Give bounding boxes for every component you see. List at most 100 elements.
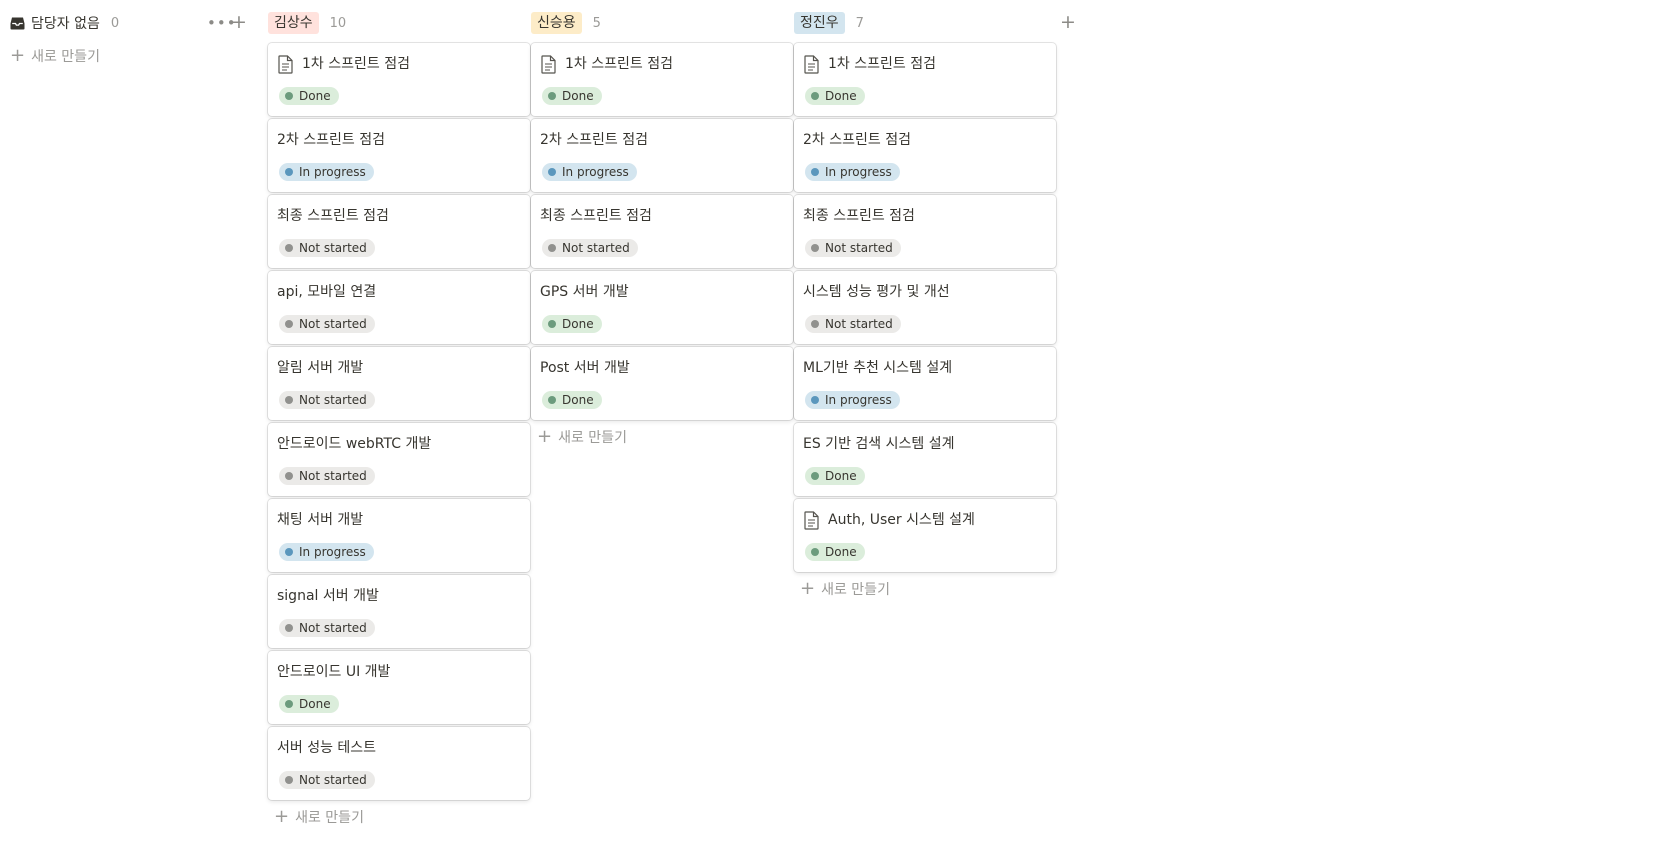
card-title: Post 서버 개발: [540, 358, 630, 378]
card-title-text: 2차 스프린트 점검: [540, 132, 648, 148]
card-title-text: 1차 스프린트 점검: [302, 56, 410, 72]
column-title-no-assignee: 담당자 없음: [31, 16, 100, 32]
status-badge: Done: [805, 467, 865, 485]
status-badge: Not started: [805, 315, 901, 333]
status-dot-icon: [285, 92, 293, 100]
status-dot-icon: [811, 472, 819, 480]
task-card[interactable]: api, 모바일 연결 Not started: [268, 271, 530, 344]
task-card[interactable]: Post 서버 개발 Done: [531, 347, 793, 420]
card-title: 채팅 서버 개발: [277, 510, 363, 530]
card-list: 1차 스프린트 점검 Done 2차 스프린트 점검 In progress 최종 스프…: [794, 43, 1056, 572]
card-title: 2차 스프린트 점검: [803, 130, 911, 150]
group-label[interactable]: 신승용: [531, 12, 582, 34]
status-dot-icon: [285, 624, 293, 632]
status-label: Not started: [299, 773, 367, 787]
card-title-text: 1차 스프린트 점검: [565, 56, 673, 72]
new-card-button[interactable]: + 새로 만들기: [268, 805, 530, 829]
card-title-text: 알림 서버 개발: [277, 360, 364, 376]
card-title-text: 최종 스프린트 점검: [540, 208, 652, 224]
task-card[interactable]: 최종 스프린트 점검 Not started: [794, 195, 1056, 268]
status-dot-icon: [548, 92, 556, 100]
status-label: Not started: [825, 317, 893, 331]
task-card[interactable]: 채팅 서버 개발 In progress: [268, 499, 530, 572]
column-no-assignee: 담당자 없음 0 ••• + + 새로 만들기: [10, 10, 250, 68]
kanban-board: 담당자 없음 0 ••• + + 새로 만들기 김상수 10 1차 스프린트 점검 D…: [0, 0, 1672, 863]
status-badge: Not started: [279, 391, 375, 409]
status-dot-icon: [548, 320, 556, 328]
task-card[interactable]: 2차 스프린트 점검 In progress: [268, 119, 530, 192]
card-title: 안드로이드 webRTC 개발: [277, 434, 431, 454]
new-card-button[interactable]: + 새로 만들기: [794, 577, 1056, 601]
status-dot-icon: [548, 244, 556, 252]
task-card[interactable]: GPS 서버 개발 Done: [531, 271, 793, 344]
inbox-icon: [10, 16, 25, 30]
card-title: ES 기반 검색 시스템 설계: [803, 434, 954, 454]
status-label: Not started: [825, 241, 893, 255]
new-card-label: 새로 만들기: [821, 582, 890, 598]
card-title-text: 시스템 성능 평가 및 개선: [803, 284, 950, 300]
status-label: Not started: [299, 317, 367, 331]
card-title-text: 채팅 서버 개발: [277, 512, 364, 528]
task-card[interactable]: signal 서버 개발 Not started: [268, 575, 530, 648]
card-title-text: Auth, User 시스템 설계: [828, 512, 975, 528]
status-label: Done: [562, 89, 594, 103]
card-title: 2차 스프린트 점검: [277, 130, 385, 150]
task-card[interactable]: Auth, User 시스템 설계 Done: [794, 499, 1056, 572]
status-label: Done: [825, 545, 857, 559]
new-card-button-no-assignee[interactable]: + 새로 만들기: [10, 44, 250, 68]
card-title-text: 2차 스프린트 점검: [803, 132, 911, 148]
group-count: 7: [855, 15, 864, 31]
card-title: 1차 스프린트 점검: [540, 54, 673, 74]
task-card[interactable]: 1차 스프린트 점검 Done: [268, 43, 530, 116]
group-count: 5: [592, 15, 601, 31]
status-label: Not started: [562, 241, 630, 255]
status-badge: In progress: [805, 391, 900, 409]
card-title: ML기반 추천 시스템 설계: [803, 358, 952, 378]
task-card[interactable]: 안드로이드 UI 개발 Done: [268, 651, 530, 724]
card-title-text: signal 서버 개발: [277, 588, 379, 604]
card-title-text: 서버 성능 테스트: [277, 740, 377, 756]
task-card[interactable]: 최종 스프린트 점검 Not started: [268, 195, 530, 268]
task-card[interactable]: 알림 서버 개발 Not started: [268, 347, 530, 420]
card-title-text: 최종 스프린트 점검: [803, 208, 915, 224]
status-badge: Not started: [805, 239, 901, 257]
column-header: 신승용 5: [531, 10, 793, 36]
task-card[interactable]: 안드로이드 webRTC 개발 Not started: [268, 423, 530, 496]
plus-icon: +: [800, 578, 816, 599]
status-dot-icon: [285, 472, 293, 480]
status-dot-icon: [548, 168, 556, 176]
new-card-button[interactable]: + 새로 만들기: [531, 425, 793, 449]
task-card[interactable]: ES 기반 검색 시스템 설계 Done: [794, 423, 1056, 496]
card-title: api, 모바일 연결: [277, 282, 376, 302]
task-card[interactable]: 시스템 성능 평가 및 개선 Not started: [794, 271, 1056, 344]
new-card-label: 새로 만들기: [31, 49, 100, 65]
new-card-label: 새로 만들기: [295, 810, 364, 826]
add-card-plus-icon[interactable]: +: [231, 13, 247, 32]
status-badge: Done: [542, 391, 602, 409]
group-label[interactable]: 김상수: [268, 12, 319, 34]
task-card[interactable]: 1차 스프린트 점검 Done: [794, 43, 1056, 116]
group-count: 10: [329, 15, 347, 31]
task-card[interactable]: ML기반 추천 시스템 설계 In progress: [794, 347, 1056, 420]
status-label: In progress: [825, 165, 892, 179]
card-title: 최종 스프린트 점검: [540, 206, 652, 226]
status-label: Done: [825, 89, 857, 103]
add-group-plus-icon[interactable]: +: [1060, 13, 1076, 32]
task-card[interactable]: 2차 스프린트 점검 In progress: [531, 119, 793, 192]
status-dot-icon: [811, 396, 819, 404]
task-card[interactable]: 2차 스프린트 점검 In progress: [794, 119, 1056, 192]
status-label: Done: [825, 469, 857, 483]
status-badge: In progress: [279, 543, 374, 561]
status-label: Done: [299, 89, 331, 103]
group-label[interactable]: 정진우: [794, 12, 845, 34]
plus-icon: +: [10, 45, 26, 66]
status-dot-icon: [285, 396, 293, 404]
task-card[interactable]: 최종 스프린트 점검 Not started: [531, 195, 793, 268]
status-label: Done: [562, 317, 594, 331]
card-title: 최종 스프린트 점검: [277, 206, 389, 226]
card-list: 1차 스프린트 점검 Done 2차 스프린트 점검 In progress 최종 스프…: [268, 43, 530, 800]
card-title-text: GPS 서버 개발: [540, 284, 629, 300]
card-title: 서버 성능 테스트: [277, 738, 376, 758]
task-card[interactable]: 서버 성능 테스트 Not started: [268, 727, 530, 800]
task-card[interactable]: 1차 스프린트 점검 Done: [531, 43, 793, 116]
